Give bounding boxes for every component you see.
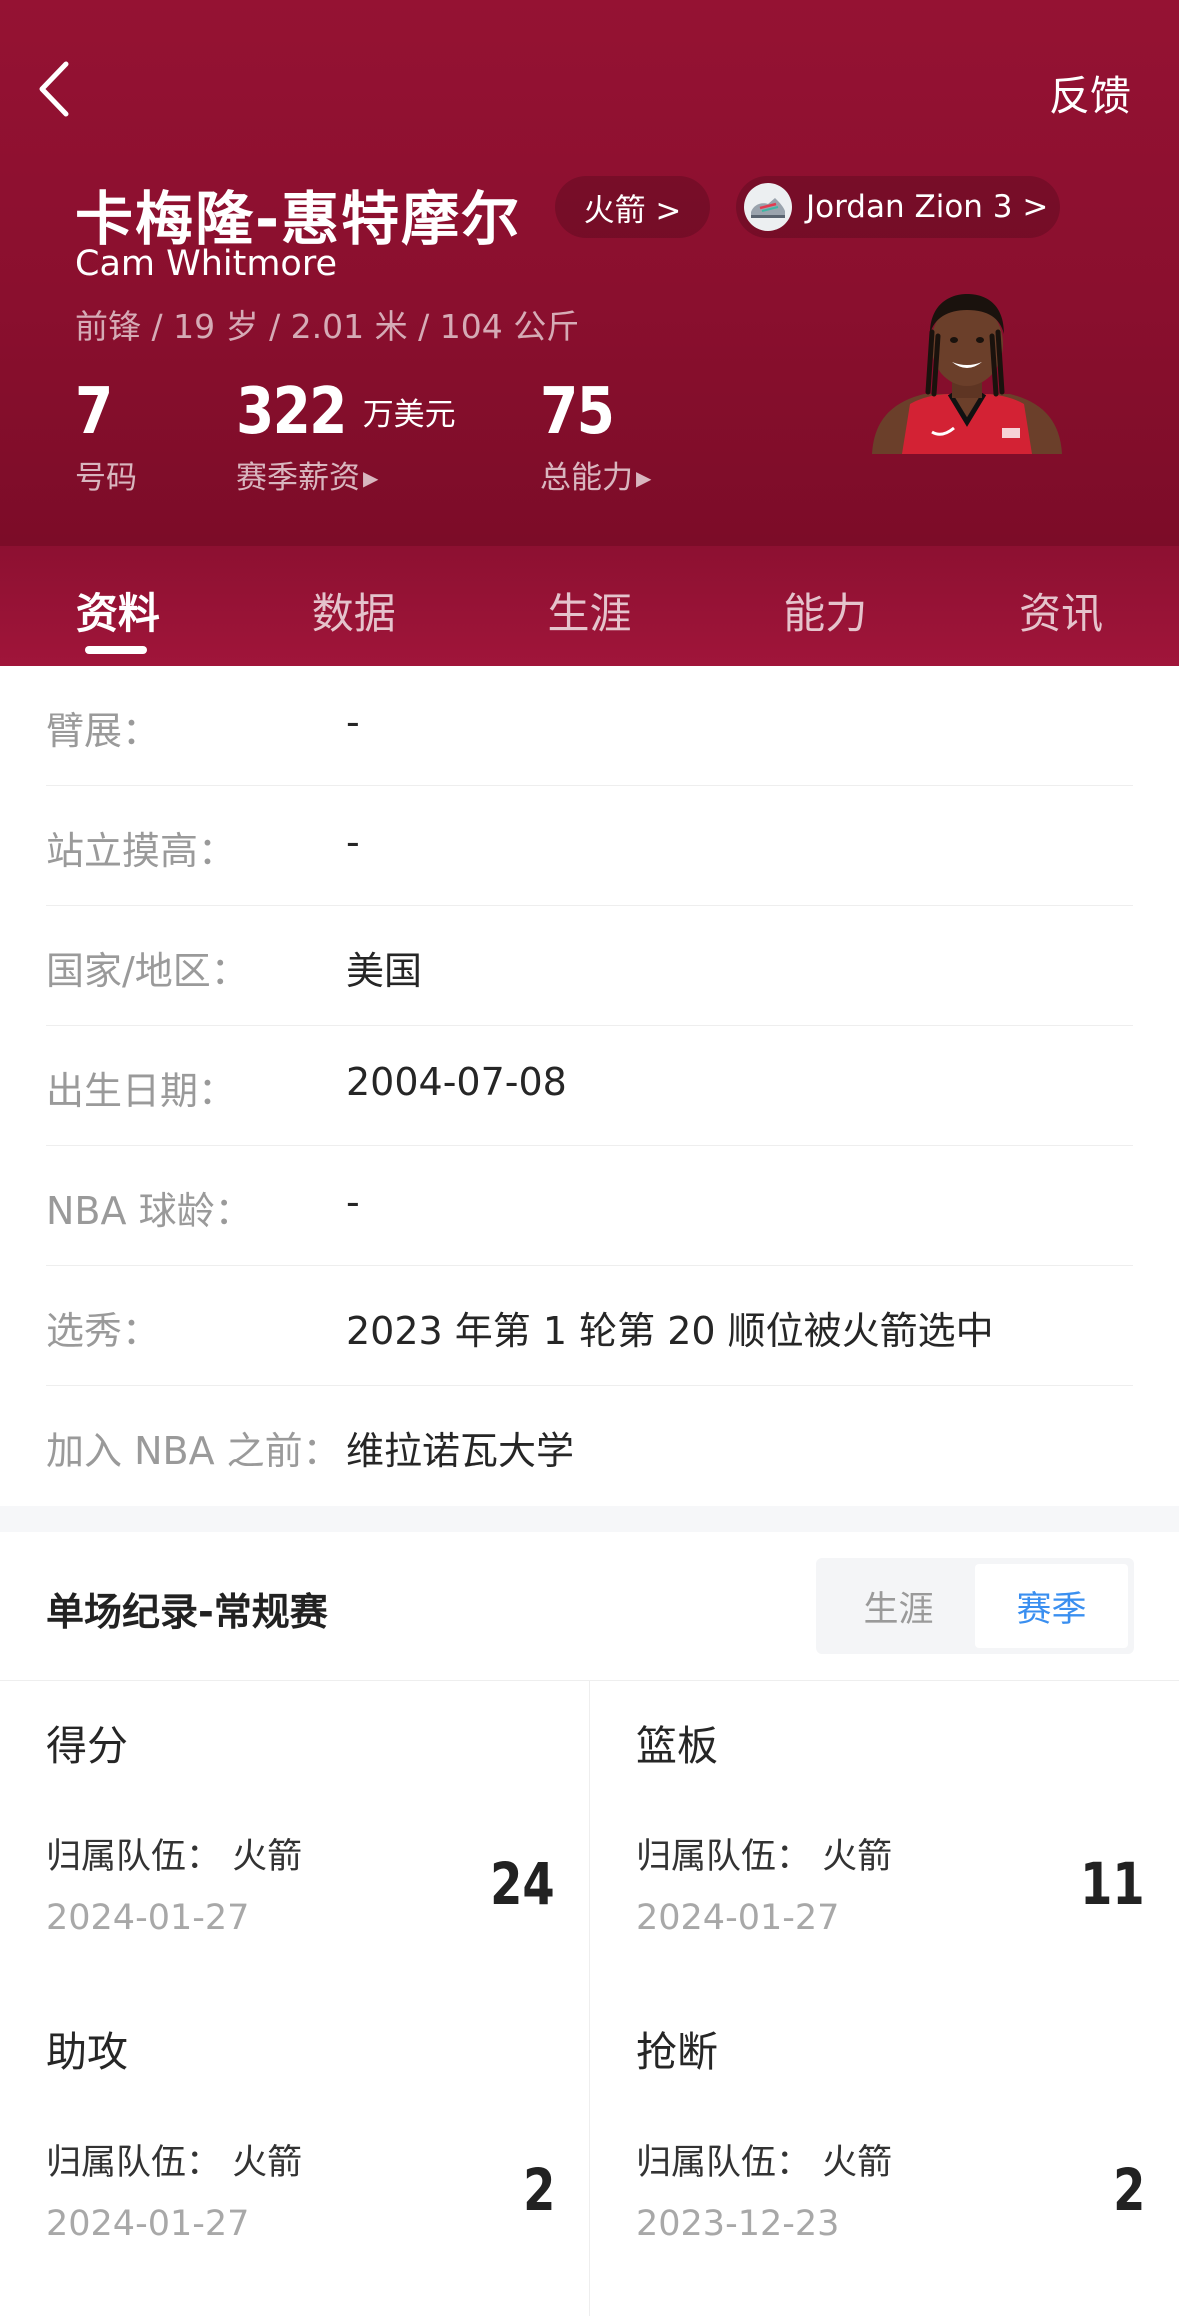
record-team: 归属队伍： 火箭 [46,2143,303,2183]
record-title: 篮板 [636,1722,718,1770]
profile-row-birthdate: 出生日期： 2004-07-08 [46,1026,1133,1146]
profile-label: 选秀： [46,1309,161,1353]
record-date: 2024-01-27 [636,1898,840,1938]
profile-label: 加入 NBA 之前： [46,1429,341,1473]
profile-row-standing-reach: 站立摸高： - [46,786,1133,906]
profile-value: - [346,820,360,864]
tab-news[interactable]: 资讯 [943,546,1179,666]
chevron-left-icon [39,61,69,117]
back-button[interactable] [30,58,82,120]
profile-value: 2004-07-08 [346,1060,567,1104]
active-tab-indicator [85,646,147,654]
profile-label: 出生日期： [46,1069,237,1113]
salary-value: 322 [236,375,347,449]
rating-value: 75 [540,375,615,449]
salary-label-link[interactable]: 赛季薪资 ▶ [236,452,378,497]
rating-stat[interactable]: 75 [540,375,625,449]
profile-label: 站立摸高： [46,829,237,873]
profile-value: - [346,700,360,744]
profile-label: NBA 球龄： [46,1189,253,1233]
profile-row-draft: 选秀： 2023 年第 1 轮第 20 顺位被火箭选中 [46,1266,1133,1386]
profile-value: - [346,1180,360,1224]
salary-label: 赛季薪资 [236,460,360,496]
rating-label: 总能力 [540,460,633,496]
record-title: 抢断 [636,2028,718,2076]
segment-career[interactable]: 生涯 [822,1564,975,1648]
shoe-link-chip[interactable]: Jordan Zion 3 > [736,176,1060,238]
caret-right-icon: ▶ [363,466,379,490]
player-photo [862,282,1072,454]
record-value: 2 [1112,2156,1145,2224]
player-header: 反馈 卡梅隆-惠特摩尔 火箭 > Jordan Zion 3 > Cam Whi… [0,0,1179,546]
rating-label-link[interactable]: 总能力 ▶ [540,452,651,497]
profile-value: 维拉诺瓦大学 [346,1429,575,1473]
profile-row-nba-experience: NBA 球龄： - [46,1146,1133,1266]
team-link-label: 火箭 > [583,192,682,229]
tab-career[interactable]: 生涯 [472,546,708,666]
record-title: 得分 [46,1722,128,1770]
profile-label: 臂展： [46,709,161,753]
profile-row-wingspan: 臂展： - [46,666,1133,786]
record-value: 2 [522,2156,555,2224]
record-date: 2023-12-23 [636,2204,840,2244]
record-card-points: 得分 归属队伍： 火箭 2024-01-27 24 [0,1680,589,1985]
record-team: 归属队伍： 火箭 [636,1837,893,1877]
profile-list: 臂展： - 站立摸高： - 国家/地区： 美国 出生日期： 2004-07-08… [0,666,1179,1506]
salary-stat[interactable]: 322 万美元 [236,375,456,449]
caret-right-icon: ▶ [636,466,652,490]
feedback-button[interactable]: 反馈 [1049,62,1131,122]
record-card-assists: 助攻 归属队伍： 火箭 2024-01-27 2 [0,1986,589,2291]
player-name-english: Cam Whitmore [75,244,338,284]
record-team: 归属队伍： 火箭 [636,2143,893,2183]
sneaker-icon [744,183,792,231]
tab-bar: 资料 数据 生涯 能力 资讯 [0,546,1179,666]
jersey-number-label: 号码 [75,460,137,496]
player-basic-info: 前锋 / 19 岁 / 2.01 米 / 104 公斤 [75,307,580,346]
record-date: 2024-01-27 [46,2204,250,2244]
shoe-link-label: Jordan Zion 3 > [806,189,1049,225]
tab-stats[interactable]: 数据 [236,546,472,666]
profile-label: 国家/地区： [46,949,249,993]
salary-unit: 万美元 [362,397,456,433]
profile-row-before-nba: 加入 NBA 之前： 维拉诺瓦大学 [46,1386,1133,1506]
tab-ability[interactable]: 能力 [707,546,943,666]
records-section-title: 单场纪录-常规赛 [46,1590,328,1634]
team-link-chip[interactable]: 火箭 > [555,176,710,238]
record-card-steals: 抢断 归属队伍： 火箭 2023-12-23 2 [590,1986,1179,2291]
record-team: 归属队伍： 火箭 [46,1837,303,1877]
jersey-number-stat: 7 [75,375,118,449]
profile-value: 2023 年第 1 轮第 20 顺位被火箭选中 [346,1309,994,1353]
profile-row-country: 国家/地区： 美国 [46,906,1133,1026]
record-title: 助攻 [46,2028,128,2076]
jersey-number-value: 7 [75,375,113,449]
segment-season[interactable]: 赛季 [975,1564,1128,1648]
record-card-rebounds: 篮板 归属队伍： 火箭 2024-01-27 11 [590,1680,1179,1985]
profile-value: 美国 [346,949,423,993]
record-value: 24 [490,1850,555,1918]
section-divider [0,1506,1179,1532]
record-value: 11 [1080,1850,1145,1918]
records-segment-control: 生涯 赛季 [816,1558,1134,1654]
record-date: 2024-01-27 [46,1898,250,1938]
